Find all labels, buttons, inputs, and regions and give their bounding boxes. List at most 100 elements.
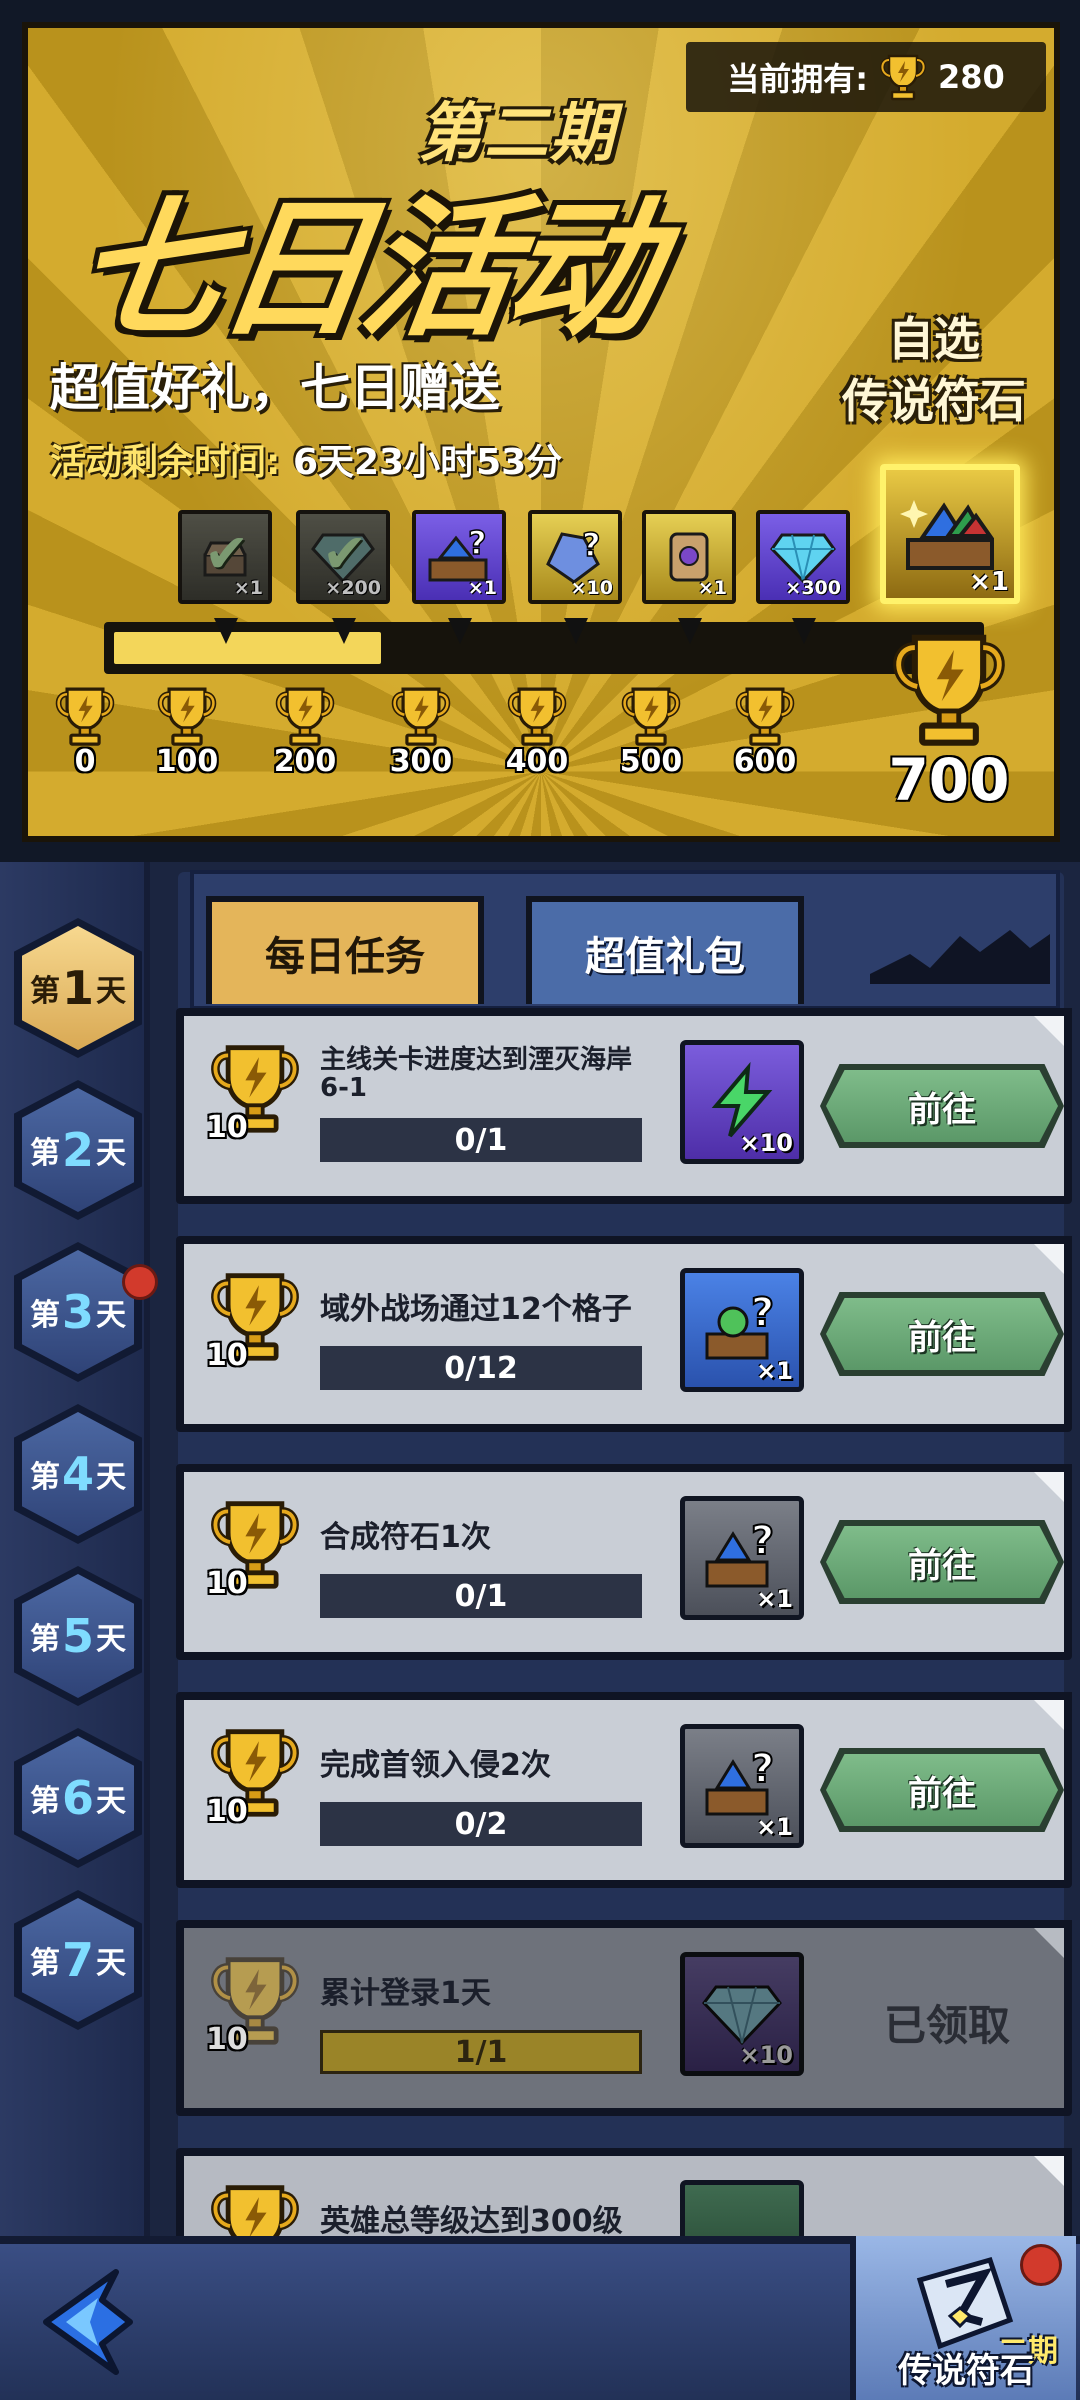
milestone-700: 700 [874, 628, 1024, 814]
event-title-main: 七日活动 [63, 183, 665, 357]
day-suffix: 天 [96, 1784, 126, 1819]
day-number: 3 [61, 1285, 94, 1339]
reward-qty: ×1 [756, 1813, 793, 1841]
day-suffix: 天 [96, 1946, 126, 1981]
milestone-reward-100[interactable]: ✔ ×1 [178, 510, 272, 604]
reward-qty: ×300 [785, 577, 841, 599]
milestone-0: 0 [40, 684, 130, 779]
trophy-icon [878, 52, 928, 102]
grand-reward-label-line1: 自选 [888, 312, 980, 366]
trophy-icon [884, 628, 1014, 750]
milestone-value: 600 [733, 744, 797, 779]
day-suffix: 天 [96, 1460, 126, 1495]
milestone-pointer [792, 618, 816, 644]
go-button[interactable]: 前往 [820, 1748, 1064, 1832]
milestone-reward-600[interactable]: ×300 [756, 510, 850, 604]
trophy-icon [617, 684, 685, 748]
milestone-reward-300[interactable]: ? ×1 [412, 510, 506, 604]
reward-qty: ×10 [570, 577, 613, 599]
go-button[interactable]: 前往 [820, 1520, 1064, 1604]
remaining-time: 活动剩余时间: 6天23小时53分 [50, 433, 562, 485]
task-points-value: 10 [206, 1566, 248, 1601]
day-prefix: 第 [29, 1298, 60, 1333]
day-prefix: 第 [29, 1136, 60, 1171]
milestone-pointer [564, 618, 588, 644]
task-name: 合成符石1次 [320, 1520, 491, 1555]
milestone-pointer [678, 618, 702, 644]
task-name: 英雄总等级达到300级 [320, 2204, 623, 2239]
remaining-time-label: 活动剩余时间: [50, 442, 281, 483]
day-prefix: 第 [29, 1622, 60, 1657]
tab-daily-tasks[interactable]: 每日任务 [206, 896, 484, 1004]
milestone-600: 600 [720, 684, 810, 779]
trophy-icon [731, 684, 799, 748]
milestone-value: 300 [389, 744, 453, 779]
milestone-400: 400 [492, 684, 582, 779]
notification-dot [122, 1264, 158, 1300]
tab-value-packs[interactable]: 超值礼包 [526, 896, 804, 1004]
task-row: 10 完成首领入侵2次 0/2 ? ×1 前往 [176, 1692, 1072, 1888]
task-name: 主线关卡进度达到湮灭海岸6-1 [320, 1045, 633, 1103]
milestone-pointer [332, 618, 356, 644]
day-number: 2 [61, 1123, 94, 1177]
legend-rune-label: 传说符石 [898, 2351, 1034, 2391]
legend-rune-button[interactable]: 二期 传说符石 [850, 2236, 1076, 2400]
milestone-reward-200[interactable]: ✔ ×200 [296, 510, 390, 604]
go-button[interactable]: 前往 [820, 1064, 1064, 1148]
milestone-300: 300 [376, 684, 466, 779]
task-reward[interactable]: ? ×1 [680, 1268, 804, 1392]
go-button[interactable]: 前往 [820, 1292, 1064, 1376]
reward-qty: ×1 [756, 1357, 793, 1385]
milestone-value: 200 [273, 744, 337, 779]
task-reward[interactable]: ×10 [680, 1040, 804, 1164]
owned-value: 280 [938, 58, 1005, 96]
day-prefix: 第 [29, 1784, 60, 1819]
milestone-reward-400[interactable]: ? ×10 [528, 510, 622, 604]
day-prefix: 第 [29, 974, 60, 1009]
task-progress: 1/1 [320, 2030, 642, 2074]
back-button[interactable] [26, 2258, 156, 2388]
day-suffix: 天 [96, 1622, 126, 1657]
card-corner [1034, 1928, 1064, 1958]
svg-text:?: ? [751, 1290, 774, 1336]
day-suffix: 天 [96, 974, 126, 1009]
day-prefix: 第 [29, 1946, 60, 1981]
milestone-pointer [448, 618, 472, 644]
milestone-final-value: 700 [888, 746, 1010, 814]
milestone-pointer [214, 618, 238, 644]
task-row: 10 主线关卡进度达到湮灭海岸6-1 0/1 ×10 前往 [176, 1008, 1072, 1204]
task-points-value: 10 [206, 1338, 248, 1373]
card-corner [1034, 2156, 1064, 2186]
task-progress: 0/2 [320, 1802, 642, 1846]
claimed-status: 已领取 [884, 2001, 1011, 2050]
trophy-icon [387, 684, 455, 748]
task-reward[interactable]: ? ×1 [680, 1496, 804, 1620]
task-row: 10 合成符石1次 0/1 ? ×1 前往 [176, 1464, 1072, 1660]
reward-qty: ×10 [739, 2041, 793, 2069]
task-name: 域外战场通过12个格子 [320, 1292, 632, 1327]
trophy-icon [271, 684, 339, 748]
diamond-icon [702, 1985, 782, 2046]
day-number: 6 [61, 1771, 94, 1825]
day-sidebar [0, 862, 150, 2252]
reward-qty: ×10 [739, 1129, 793, 1157]
reward-qty: ×1 [969, 567, 1009, 597]
milestone-value: 100 [155, 744, 219, 779]
reward-qty: ×1 [467, 577, 497, 599]
day-number: 1 [61, 961, 94, 1015]
task-progress: 0/1 [320, 1118, 642, 1162]
grand-reward-legend-rune[interactable]: ×1 [880, 464, 1020, 604]
milestone-reward-500[interactable]: ×1 [642, 510, 736, 604]
milestone-200: 200 [260, 684, 350, 779]
task-reward[interactable]: ? ×1 [680, 1724, 804, 1848]
trophy-icon [503, 684, 571, 748]
milestone-value: 500 [619, 744, 683, 779]
notification-dot [1020, 2244, 1062, 2286]
reward-qty: ×200 [325, 577, 381, 599]
day-suffix: 天 [96, 1298, 126, 1333]
owned-label: 当前拥有: [727, 60, 868, 98]
event-title: 第二期 七日活动 [48, 58, 728, 358]
day-number: 7 [61, 1933, 94, 1987]
task-points-value: 10 [206, 2022, 248, 2057]
task-points-value: 10 [206, 1110, 248, 1145]
